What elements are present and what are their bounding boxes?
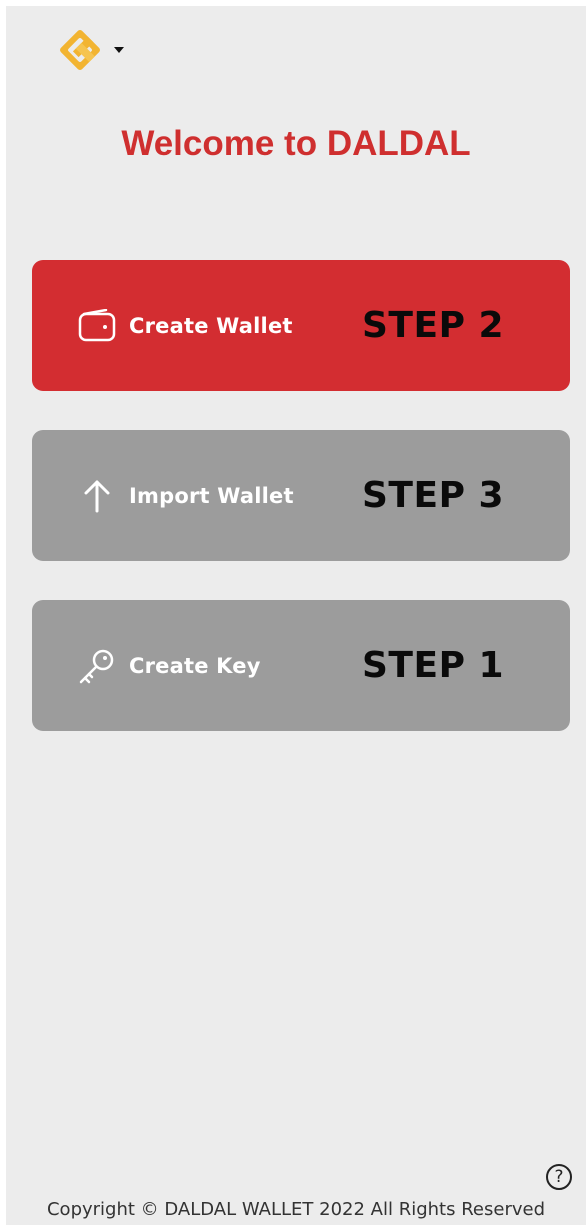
app-container: Welcome to DALDAL Create Wallet STEP 2 I… [6,6,586,1225]
create-wallet-label: Create Wallet [129,313,293,338]
arrow-up-icon [76,475,118,517]
key-icon [76,645,118,687]
step-label-create-wallet: STEP 2 [362,305,505,346]
help-icon[interactable]: ? [546,1164,572,1190]
create-key-label: Create Key [129,653,261,678]
create-wallet-button[interactable]: Create Wallet STEP 2 [32,260,570,391]
caret-down-icon[interactable] [114,47,124,53]
create-key-button[interactable]: Create Key STEP 1 [32,600,570,731]
wallet-icon [76,305,118,347]
step-label-import-wallet: STEP 3 [362,475,505,516]
copyright-footer: Copyright © DALDAL WALLET 2022 All Right… [46,1199,545,1220]
daldal-logo-icon [60,30,100,70]
import-wallet-label: Import Wallet [129,483,294,508]
step-label-create-key: STEP 1 [362,645,505,686]
network-selector[interactable] [56,26,124,74]
import-wallet-button[interactable]: Import Wallet STEP 3 [32,430,570,561]
page-title: Welcome to DALDAL [121,124,471,163]
